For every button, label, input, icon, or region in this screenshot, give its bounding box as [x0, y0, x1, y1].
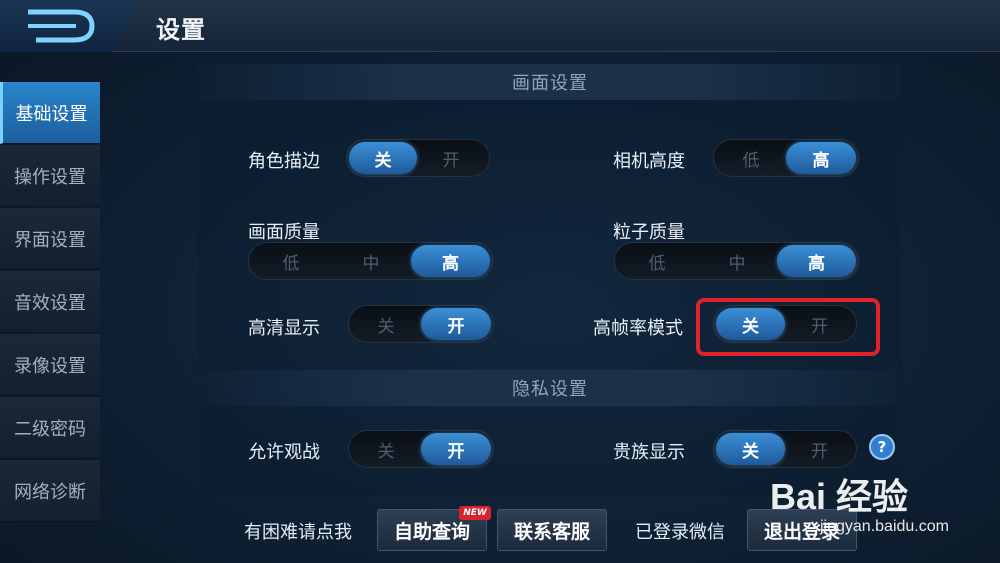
- back-arrow-icon: [28, 9, 95, 43]
- allow-spectate-option-off[interactable]: 关: [351, 433, 421, 465]
- graphics-quality-option-low[interactable]: 低: [251, 245, 331, 277]
- setting-label-hd-display: 高清显示: [248, 318, 320, 339]
- setting-label-particle-quality: 粒子质量: [613, 222, 685, 243]
- noble-display-option-on[interactable]: 开: [785, 433, 854, 465]
- outline-toggle: 关 开: [346, 139, 490, 177]
- particle-quality-option-high[interactable]: 高: [777, 245, 856, 277]
- setting-label-high-fps: 高帧率模式: [593, 318, 683, 339]
- hd-display-option-off[interactable]: 关: [351, 308, 421, 340]
- camera-height-option-low[interactable]: 低: [716, 142, 786, 174]
- baidu-jingyan-watermark: Bai 经验 jingyan.baidu.com: [760, 468, 996, 548]
- setting-label-noble-display: 贵族显示: [613, 442, 685, 463]
- setting-label-camera-height: 相机高度: [613, 151, 685, 172]
- allow-spectate-toggle: 关 开: [348, 430, 494, 468]
- sidebar-item-replay[interactable]: 录像设置: [0, 334, 100, 396]
- particle-quality-toggle: 低 中 高: [614, 242, 859, 280]
- graphics-quality-option-high[interactable]: 高: [411, 245, 490, 277]
- noble-display-toggle: 关 开: [713, 430, 857, 468]
- graphics-quality-toggle: 低 中 高: [248, 242, 493, 280]
- wechat-login-status: 已登录微信: [635, 522, 725, 543]
- page-title: 设置: [156, 16, 206, 44]
- watermark-url: jingyan.baidu.com: [820, 518, 949, 535]
- setting-label-allow-spectate: 允许观战: [248, 442, 320, 463]
- annotation-highlight-box: [696, 298, 880, 356]
- sidebar-item-secondary-password[interactable]: 二级密码: [0, 397, 100, 459]
- particle-quality-option-mid[interactable]: 中: [697, 245, 777, 277]
- sidebar-item-interface[interactable]: 界面设置: [0, 208, 100, 270]
- display-section-header: 画面设置: [198, 64, 902, 100]
- particle-quality-option-low[interactable]: 低: [617, 245, 697, 277]
- new-badge: NEW: [459, 506, 491, 520]
- sidebar-item-controls[interactable]: 操作设置: [0, 145, 100, 207]
- outline-option-off[interactable]: 关: [349, 142, 417, 174]
- contact-support-button[interactable]: 联系客服: [497, 509, 607, 551]
- watermark-brand: Bai 经验: [770, 476, 909, 517]
- back-button[interactable]: [0, 0, 140, 52]
- hd-display-option-on[interactable]: 开: [421, 308, 491, 340]
- sidebar-item-network[interactable]: 网络诊断: [0, 460, 100, 522]
- noble-display-option-off[interactable]: 关: [716, 433, 785, 465]
- hd-display-toggle: 关 开: [348, 305, 494, 343]
- top-bar: 设置: [0, 0, 1000, 52]
- privacy-section-header: 隐私设置: [198, 370, 902, 406]
- sidebar-item-sound[interactable]: 音效设置: [0, 271, 100, 333]
- allow-spectate-option-on[interactable]: 开: [421, 433, 491, 465]
- graphics-quality-option-mid[interactable]: 中: [331, 245, 411, 277]
- help-prompt-text: 有困难请点我: [244, 522, 352, 543]
- sidebar: 基础设置 操作设置 界面设置 音效设置 录像设置 二级密码 网络诊断: [0, 82, 100, 523]
- help-icon[interactable]: ?: [869, 434, 895, 460]
- setting-label-outline: 角色描边: [248, 151, 320, 172]
- camera-height-option-high[interactable]: 高: [786, 142, 856, 174]
- setting-label-graphics-quality: 画面质量: [248, 222, 320, 243]
- camera-height-toggle: 低 高: [713, 139, 859, 177]
- outline-option-on[interactable]: 开: [417, 142, 485, 174]
- sidebar-item-basic[interactable]: 基础设置: [0, 82, 100, 144]
